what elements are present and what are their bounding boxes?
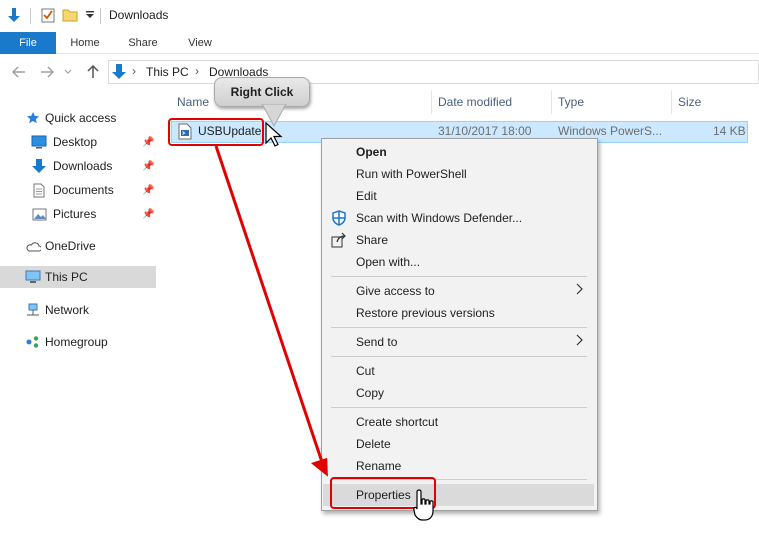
hand-cursor-icon [413, 489, 434, 521]
annotation-arrow [214, 145, 328, 477]
